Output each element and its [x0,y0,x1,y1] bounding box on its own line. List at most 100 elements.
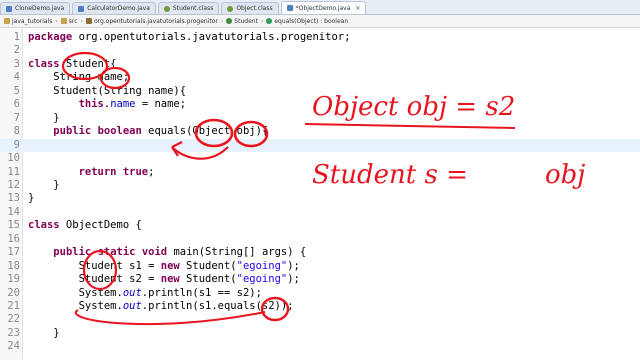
line-number: 20 [7,286,20,299]
line-number: 12 [7,178,20,191]
code-line[interactable]: 9 [0,138,640,153]
code-text: String name; [28,71,130,84]
line-number: 2 [13,44,20,57]
java-file-icon [78,5,85,12]
code-line[interactable]: 22 [0,313,640,326]
breadcrumb: java_tutorials › src › org.opentutorials… [0,15,640,28]
line-number: 6 [13,98,20,111]
code-text: class Student{ [28,57,117,70]
line-number: 16 [7,232,20,245]
tab-student-class[interactable]: Student.class [157,2,220,14]
tab-clonedemo[interactable]: CloneDemo.java [0,2,71,14]
breadcrumb-method[interactable]: equals(Object) : boolean [266,18,348,25]
line-number: 19 [7,273,20,286]
class-file-icon [163,5,170,12]
code-line[interactable]: 18 Student s1 = new Student("egoing"); [0,260,640,273]
line-number: 24 [7,340,20,353]
method-icon [266,18,273,24]
line-number: 21 [7,300,20,312]
code-line[interactable]: 15 class ObjectDemo { [0,219,640,232]
breadcrumb-separator: › [80,17,83,25]
breadcrumb-label: org.opentutorials.javatutorials.progenit… [93,17,218,25]
code-text: return true; [78,165,155,178]
breadcrumb-class[interactable]: Student [226,18,258,25]
code-line[interactable]: 24 [0,340,640,353]
code-text: } [28,192,35,205]
code-text: } [28,178,60,191]
code-line[interactable]: 19 Student s2 = new Student("egoing"); [0,273,640,286]
close-tab-icon[interactable]: ✕ [355,5,360,12]
breadcrumb-separator: › [260,17,264,25]
line-number: 15 [7,219,20,232]
tab-calculatordemo[interactable]: CalculatorDemo.java [72,2,156,14]
line-number: 3 [13,57,20,70]
breadcrumb-separator: › [220,17,224,25]
line-number: 11 [7,165,20,178]
breadcrumb-label: equals(Object) : boolean [274,17,349,25]
code-line[interactable]: 16 [0,233,640,246]
code-line[interactable]: 21 System.out.println(s1.equals(s2)); [0,300,640,313]
code-line[interactable]: 3 class Student{ [0,58,640,71]
breadcrumb-project[interactable]: java_tutorials [4,18,52,25]
project-icon [4,18,10,24]
code-text: public boolean equals(Object obj){ [53,125,269,138]
code-line[interactable]: 1 package org.opentutorials.javatutorials… [0,31,640,44]
line-number: 23 [7,326,20,339]
tab-label: Student.class [172,5,214,12]
code-text: } [28,326,60,339]
line-number: 9 [13,138,20,151]
line-number: 13 [7,192,20,205]
line-number: 1 [13,31,20,43]
code-editor[interactable]: 1 package org.opentutorials.javatutorials… [0,29,640,360]
java-file-icon [6,5,12,12]
code-text: Student s2 = new Student("egoing"); [28,273,300,286]
tab-objectdemo[interactable]: *ObjectDemo.java ✕ [280,1,367,14]
code-text: public static void main(String[] args) { [53,246,307,259]
code-text: Student s1 = new Student("egoing"); [28,259,300,272]
code-text: Student(String name){ [28,84,187,97]
folder-icon [60,18,67,24]
code-line[interactable]: 2 [0,44,640,57]
code-line[interactable]: 20 System.out.println(s1 == s2); [0,287,640,300]
breadcrumb-separator: › [55,17,58,25]
tab-label: CloneDemo.java [15,5,65,12]
breadcrumb-src[interactable]: src [60,17,78,25]
tab-label: Object.class [236,5,273,12]
package-icon [85,18,92,24]
java-file-icon [286,5,293,11]
line-number: 17 [7,246,20,259]
code-line[interactable]: 23 } [0,327,640,340]
tab-label: *ObjectDemo.java [295,4,351,12]
code-text: System.out.println(s1.equals(s2)); [28,300,294,312]
code-line[interactable]: 4 String name; [0,71,640,84]
code-text: package org.opentutorials.javatutorials.… [28,31,351,43]
line-number: 4 [13,71,20,84]
annotation-assignment-1: Object obj = s2 [312,92,516,122]
breadcrumb-label: java_tutorials [12,17,53,25]
breadcrumb-package[interactable]: org.opentutorials.javatutorials.progenit… [85,17,218,25]
code-text: class ObjectDemo { [28,219,142,232]
code-line[interactable]: 17 public static void main(String[] args… [0,246,640,259]
class-file-icon [227,5,234,12]
class-icon [226,18,233,24]
line-number: 22 [7,313,20,326]
annotation-assignment-2: Student s = [312,160,468,190]
editor-tab-bar: CloneDemo.java CalculatorDemo.java Stude… [0,0,640,15]
line-number: 14 [7,205,20,218]
line-number: 18 [7,259,20,272]
tab-object-class[interactable]: Object.class [221,2,279,14]
line-number: 8 [13,125,20,138]
breadcrumb-label: Student [234,17,258,25]
annotation-obj: obj [545,160,586,190]
code-line[interactable]: 13} [0,192,640,205]
code-text: } [28,111,60,124]
line-number: 7 [13,111,20,124]
line-number: 5 [13,84,20,97]
code-text: System.out.println(s1 == s2); [28,286,262,299]
code-line[interactable]: 8 public boolean equals(Object obj){ [0,125,640,138]
code-line[interactable]: 14 [0,206,640,219]
code-text: this.name = name; [78,98,187,111]
breadcrumb-label: src [68,17,78,25]
tab-label: CalculatorDemo.java [87,5,150,12]
line-number: 10 [7,152,20,165]
